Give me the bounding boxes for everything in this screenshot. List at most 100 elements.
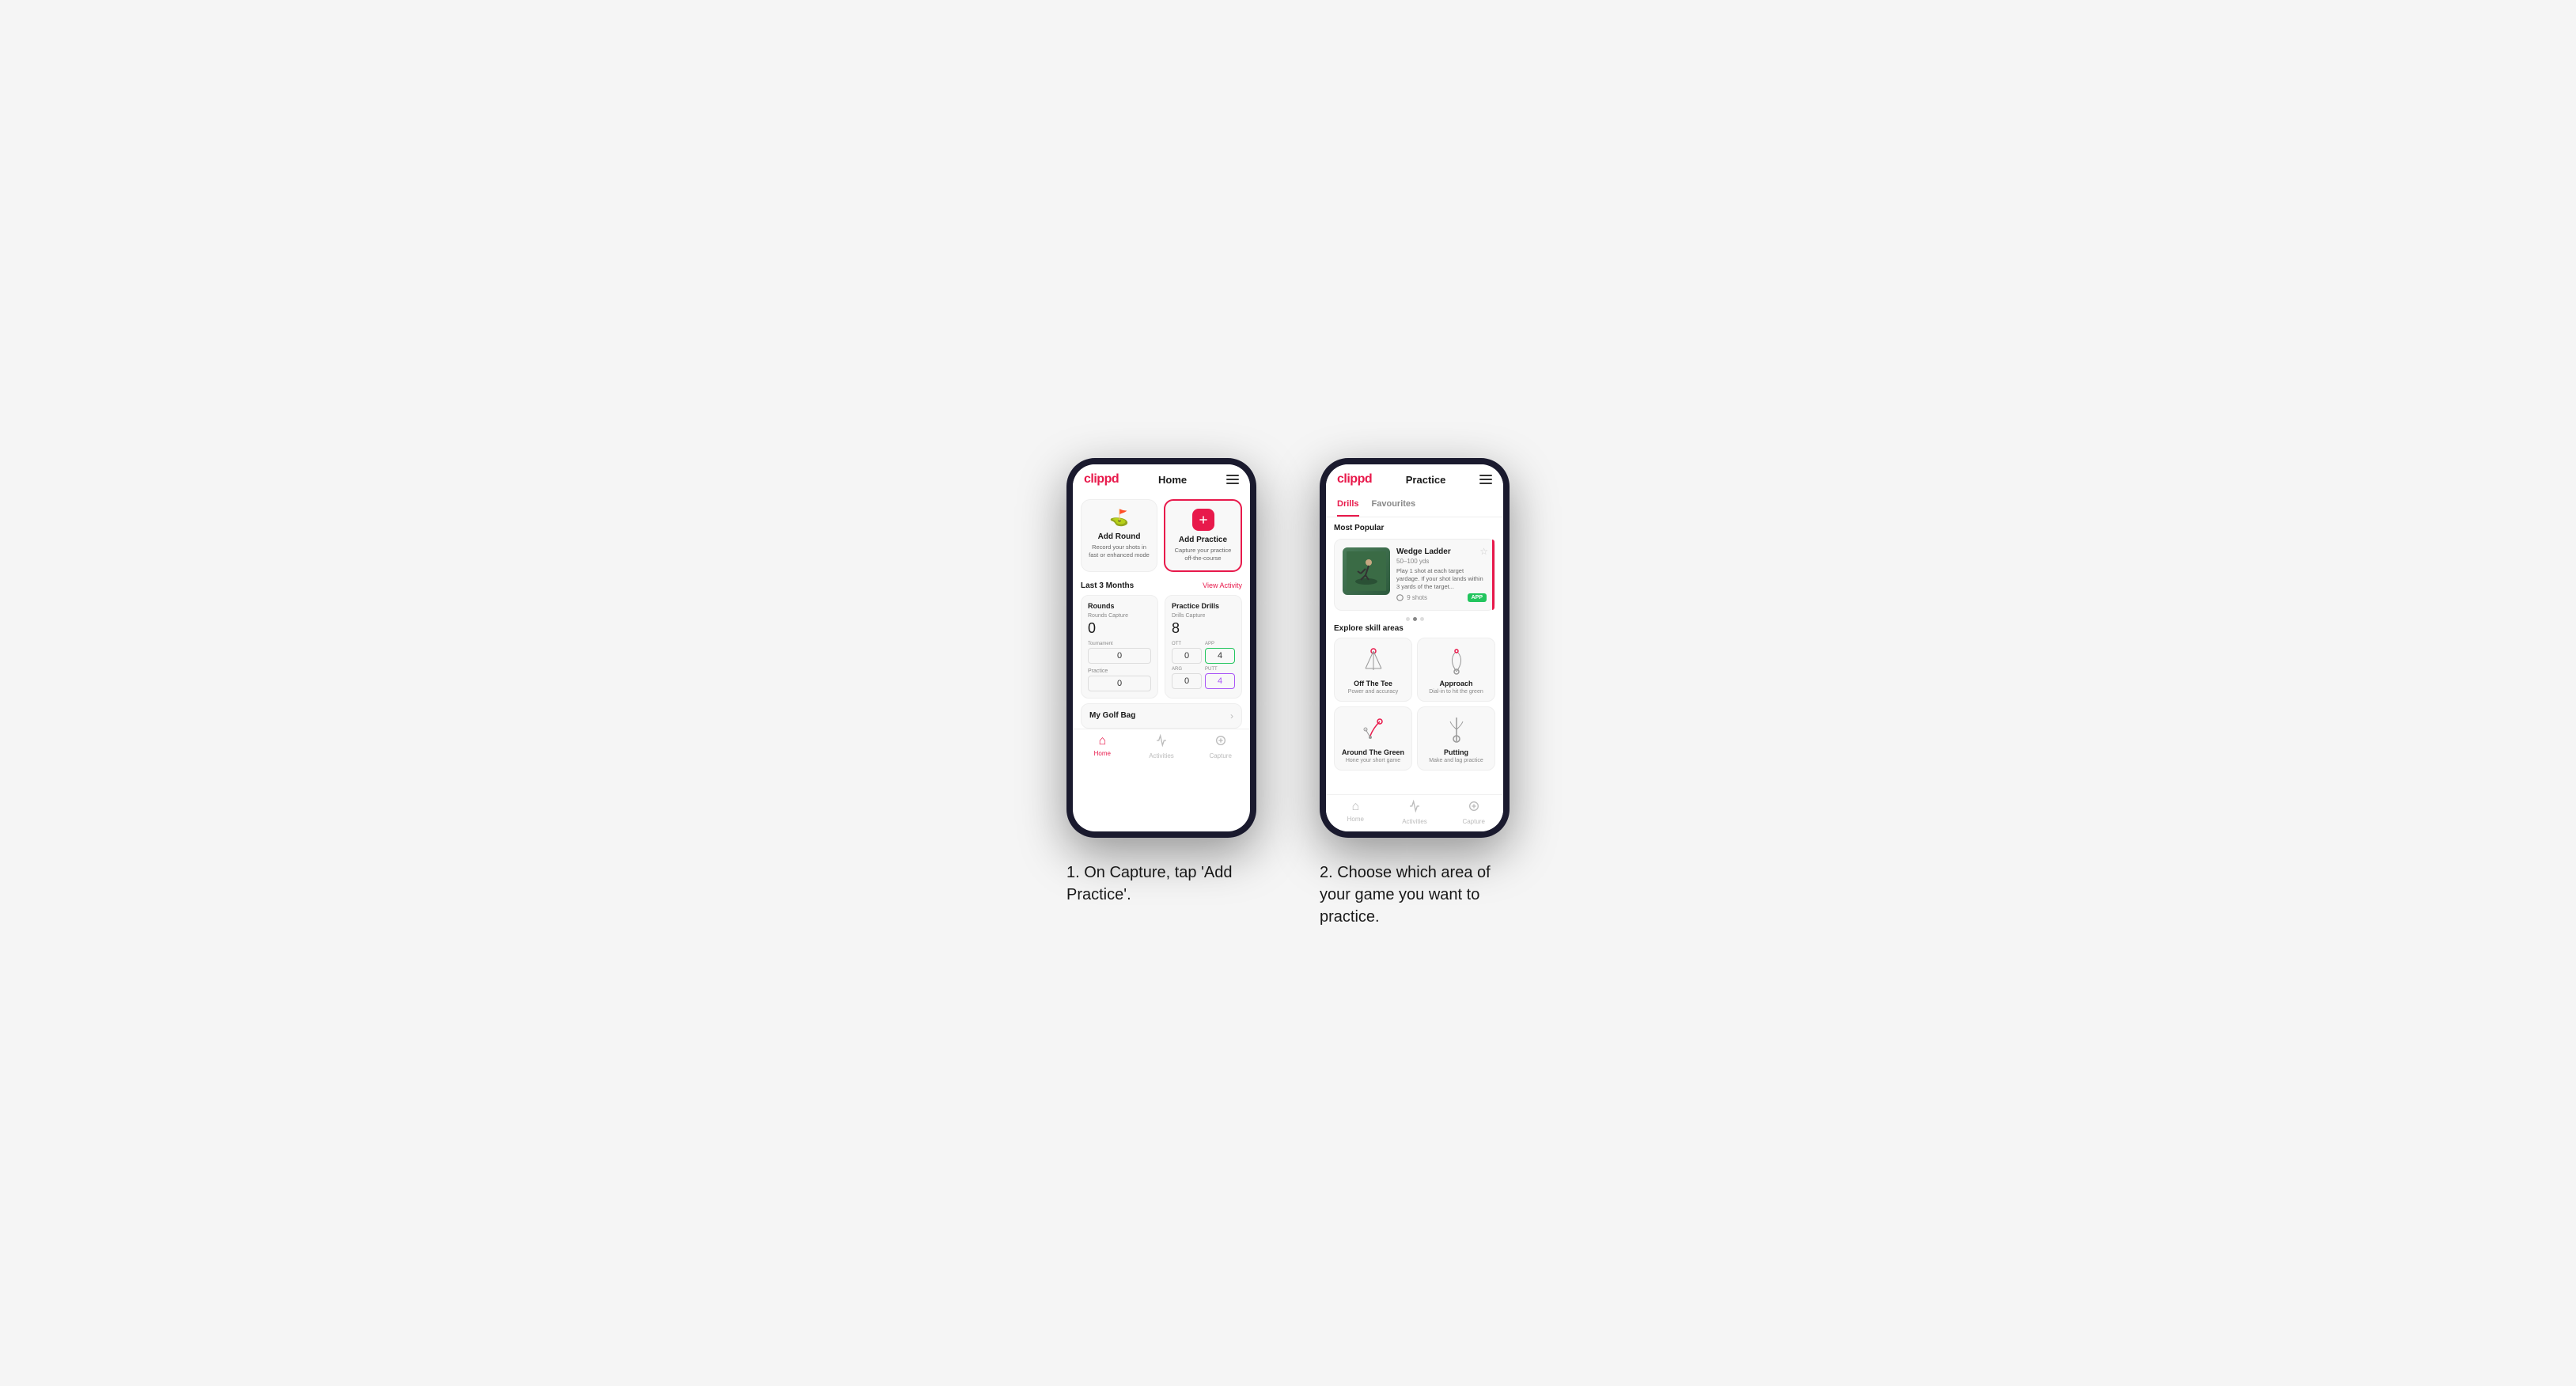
putting-diagram bbox=[1441, 714, 1472, 745]
nav-capture-2[interactable]: Capture bbox=[1444, 800, 1503, 825]
rounds-capture-value: 0 bbox=[1088, 620, 1151, 637]
add-practice-card[interactable]: Add Practice Capture your practice off-t… bbox=[1164, 499, 1242, 572]
practice-content: Most Popular bbox=[1326, 517, 1503, 794]
tabs-bar: Drills Favourites bbox=[1326, 493, 1503, 517]
rounds-title: Rounds bbox=[1088, 602, 1151, 610]
add-round-icon: ⛳ bbox=[1109, 508, 1129, 528]
around-green-desc: Hone your short game bbox=[1346, 758, 1400, 763]
nav-activities-2[interactable]: Activities bbox=[1385, 800, 1445, 825]
drills-title: Practice Drills bbox=[1172, 602, 1235, 610]
home-icon-1: ⌂ bbox=[1099, 734, 1107, 748]
arg-label: ARG bbox=[1172, 667, 1202, 672]
arg-value: 0 bbox=[1172, 673, 1202, 689]
phone2-header: clippd Practice bbox=[1326, 464, 1503, 493]
drills-capture-value: 8 bbox=[1172, 620, 1235, 637]
phone2-bottom-nav: ⌂ Home Activities Capture bbox=[1326, 794, 1503, 831]
featured-card[interactable]: Wedge Ladder 50–100 yds Play 1 shot at e… bbox=[1334, 539, 1495, 611]
skill-off-the-tee[interactable]: Off The Tee Power and accuracy bbox=[1334, 638, 1412, 702]
stats-grid: Rounds Rounds Capture 0 Tournament 0 Pra… bbox=[1081, 595, 1242, 699]
rounds-capture-label: Rounds Capture bbox=[1088, 613, 1151, 619]
featured-footer: 9 shots APP bbox=[1396, 593, 1487, 602]
app-label: APP bbox=[1205, 642, 1235, 646]
chevron-icon: › bbox=[1230, 710, 1233, 721]
featured-desc: Play 1 shot at each target yardage. If y… bbox=[1396, 567, 1487, 590]
caption-2: 2. Choose which area of your game you wa… bbox=[1320, 862, 1510, 928]
tournament-value: 0 bbox=[1088, 648, 1151, 664]
tournament-stat: Tournament 0 bbox=[1088, 642, 1151, 664]
star-icon[interactable]: ☆ bbox=[1479, 546, 1488, 557]
carousel-dots bbox=[1334, 617, 1495, 621]
add-round-title: Add Round bbox=[1098, 532, 1141, 541]
ott-label: OTT bbox=[1172, 642, 1202, 646]
home-icon-2: ⌂ bbox=[1352, 800, 1360, 814]
app-badge: APP bbox=[1468, 593, 1487, 602]
phone-1-screen: clippd Home ⛳ Add Round Record your shot… bbox=[1073, 464, 1250, 831]
featured-info: Wedge Ladder 50–100 yds Play 1 shot at e… bbox=[1396, 547, 1487, 602]
phone-section-1: clippd Home ⛳ Add Round Record your shot… bbox=[1066, 458, 1256, 906]
header-title-2: Practice bbox=[1406, 474, 1446, 486]
app-stat: APP 4 bbox=[1205, 642, 1235, 664]
ott-stat: OTT 0 bbox=[1172, 642, 1202, 664]
header-title-1: Home bbox=[1158, 474, 1187, 486]
practice-value: 0 bbox=[1088, 676, 1151, 691]
explore-label: Explore skill areas bbox=[1334, 624, 1495, 633]
stats-container: Rounds Rounds Capture 0 Tournament 0 Pra… bbox=[1073, 595, 1250, 699]
home-label-1: Home bbox=[1094, 750, 1111, 757]
hamburger-icon-1[interactable] bbox=[1226, 475, 1239, 484]
phone1-bottom-nav: ⌂ Home Activities Capture bbox=[1073, 729, 1250, 766]
nav-home-1[interactable]: ⌂ Home bbox=[1073, 734, 1132, 759]
dot-1 bbox=[1406, 617, 1410, 621]
golf-bag-label: My Golf Bag bbox=[1089, 711, 1135, 720]
activities-label-1: Activities bbox=[1149, 752, 1174, 759]
view-activity-link[interactable]: View Activity bbox=[1203, 581, 1242, 589]
home-label-2: Home bbox=[1347, 816, 1364, 823]
dot-2 bbox=[1413, 617, 1417, 621]
arg-stat: ARG 0 bbox=[1172, 667, 1202, 689]
nav-home-2[interactable]: ⌂ Home bbox=[1326, 800, 1385, 825]
off-the-tee-diagram bbox=[1358, 645, 1389, 676]
section-header: Last 3 Months View Activity bbox=[1073, 578, 1250, 595]
hamburger-icon-2[interactable] bbox=[1479, 475, 1492, 484]
tab-favourites[interactable]: Favourites bbox=[1372, 493, 1416, 517]
drills-capture-label: Drills Capture bbox=[1172, 613, 1235, 619]
activities-icon-2 bbox=[1408, 800, 1421, 816]
approach-diagram bbox=[1441, 645, 1472, 676]
nav-activities-1[interactable]: Activities bbox=[1132, 734, 1191, 759]
red-bar bbox=[1492, 540, 1494, 610]
around-green-name: Around The Green bbox=[1342, 748, 1404, 756]
phone-1: clippd Home ⛳ Add Round Record your shot… bbox=[1066, 458, 1256, 838]
putt-stat: PUTT 4 bbox=[1205, 667, 1235, 689]
logo-1: clippd bbox=[1084, 472, 1119, 487]
nav-capture-1[interactable]: Capture bbox=[1191, 734, 1250, 759]
add-practice-title: Add Practice bbox=[1179, 536, 1227, 544]
phone-2-screen: clippd Practice Drills Favourites Most P… bbox=[1326, 464, 1503, 831]
phone-section-2: clippd Practice Drills Favourites Most P… bbox=[1320, 458, 1510, 928]
golf-bag-row[interactable]: My Golf Bag › bbox=[1081, 703, 1242, 729]
activities-icon-1 bbox=[1155, 734, 1168, 751]
skill-putting[interactable]: Putting Make and lag practice bbox=[1417, 706, 1495, 771]
skill-grid: Off The Tee Power and accuracy Appr bbox=[1334, 638, 1495, 771]
page-container: clippd Home ⛳ Add Round Record your shot… bbox=[1066, 458, 1510, 928]
drills-sub-stats: OTT 0 APP 4 ARG 0 bbox=[1172, 642, 1235, 689]
ott-value: 0 bbox=[1172, 648, 1202, 664]
shots-label: 9 shots bbox=[1396, 594, 1427, 601]
skill-around-green[interactable]: Around The Green Hone your short game bbox=[1334, 706, 1412, 771]
off-the-tee-desc: Power and accuracy bbox=[1348, 689, 1398, 695]
skill-approach[interactable]: Approach Dial-in to hit the green bbox=[1417, 638, 1495, 702]
putting-name: Putting bbox=[1444, 748, 1468, 756]
phone1-header: clippd Home bbox=[1073, 464, 1250, 493]
tournament-label: Tournament bbox=[1088, 642, 1151, 646]
approach-desc: Dial-in to hit the green bbox=[1429, 689, 1483, 695]
capture-label-2: Capture bbox=[1462, 818, 1484, 825]
most-popular-label: Most Popular bbox=[1334, 524, 1495, 532]
approach-name: Approach bbox=[1439, 680, 1472, 687]
tab-drills[interactable]: Drills bbox=[1337, 493, 1359, 517]
putt-label: PUTT bbox=[1205, 667, 1235, 672]
add-round-desc: Record your shots in fast or enhanced mo… bbox=[1088, 543, 1150, 559]
add-round-card[interactable]: ⛳ Add Round Record your shots in fast or… bbox=[1081, 499, 1157, 572]
capture-label-1: Capture bbox=[1209, 752, 1231, 759]
putt-value: 4 bbox=[1205, 673, 1235, 689]
capture-icon-1 bbox=[1214, 734, 1227, 751]
rounds-sub-stats: Tournament 0 bbox=[1088, 642, 1151, 664]
around-green-diagram bbox=[1358, 714, 1389, 745]
